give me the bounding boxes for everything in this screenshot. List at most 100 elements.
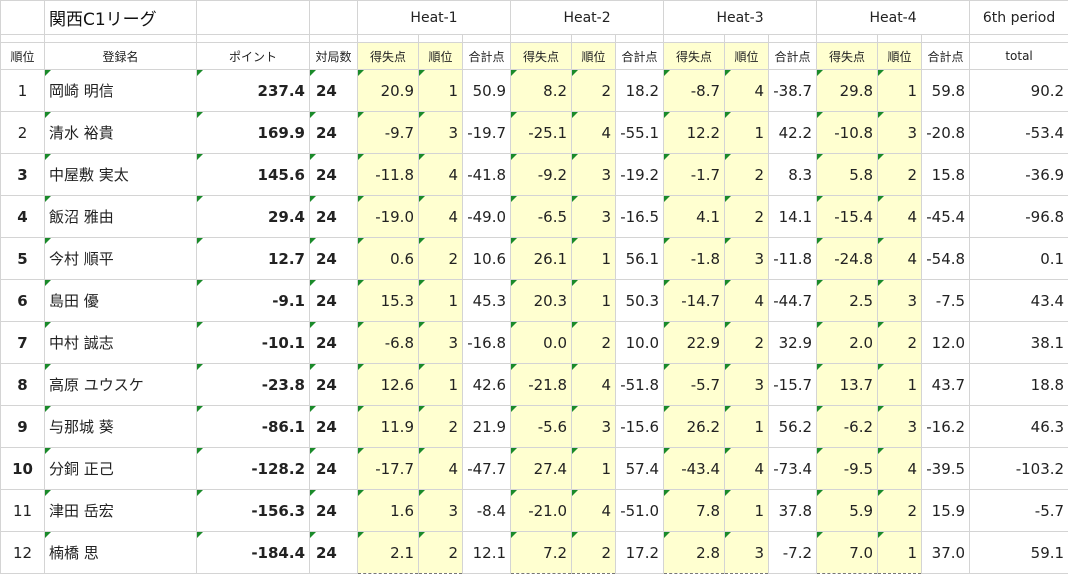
heat-4-total-cell[interactable]: 15.8 bbox=[921, 153, 971, 196]
games-played-cell[interactable]: 24 bbox=[309, 447, 358, 490]
heat-4-place-cell[interactable]: 2 bbox=[877, 489, 923, 532]
period-total-cell[interactable]: 0.1 bbox=[969, 237, 1068, 280]
heat-3-place-header[interactable]: 順位 bbox=[724, 42, 770, 70]
cell[interactable] bbox=[309, 0, 358, 35]
period-total-cell[interactable]: -103.2 bbox=[969, 447, 1068, 490]
period-total-cell[interactable]: -5.7 bbox=[969, 489, 1068, 532]
cell[interactable] bbox=[357, 34, 419, 43]
heat-1-score-cell[interactable]: -19.0 bbox=[357, 195, 419, 238]
heat-2-place-cell[interactable]: 2 bbox=[571, 321, 617, 364]
games-played-cell[interactable]: 24 bbox=[309, 363, 358, 406]
cell[interactable] bbox=[615, 34, 665, 43]
heat-3-total-header[interactable]: 合計点 bbox=[768, 42, 818, 70]
heat-2-score-cell[interactable]: 27.4 bbox=[510, 447, 573, 490]
heat-2-score-cell[interactable]: 7.2 bbox=[510, 531, 573, 574]
heat-2-total-cell[interactable]: 17.2 bbox=[615, 531, 665, 574]
heat-1-place-cell[interactable]: 2 bbox=[418, 531, 463, 574]
heat-1-place-cell[interactable]: 4 bbox=[418, 195, 463, 238]
games-played-cell[interactable]: 24 bbox=[309, 111, 358, 154]
cell[interactable] bbox=[0, 0, 45, 35]
player-name-cell[interactable]: 中屋敷 実太 bbox=[44, 153, 197, 196]
heat-1-place-cell[interactable]: 3 bbox=[418, 321, 463, 364]
heat-3-score-cell[interactable]: -5.7 bbox=[663, 363, 726, 406]
heat-3-place-cell[interactable]: 2 bbox=[724, 321, 770, 364]
heat-4-total-cell[interactable]: -45.4 bbox=[921, 195, 971, 238]
heat-4-place-cell[interactable]: 4 bbox=[877, 237, 923, 280]
period-total-cell[interactable]: 46.3 bbox=[969, 405, 1068, 448]
heat-1-total-cell[interactable]: 42.6 bbox=[461, 363, 512, 406]
heat-3-total-cell[interactable]: 8.3 bbox=[768, 153, 818, 196]
points-header[interactable]: ポイント bbox=[196, 42, 310, 70]
heat-4-place-cell[interactable]: 1 bbox=[877, 363, 923, 406]
heat-3-place-cell[interactable]: 3 bbox=[724, 363, 770, 406]
player-name-cell[interactable]: 岡崎 明信 bbox=[44, 69, 197, 112]
heat-4-total-cell[interactable]: -20.8 bbox=[921, 111, 971, 154]
heat-4-total-cell[interactable]: 12.0 bbox=[921, 321, 971, 364]
heat-1-score-header[interactable]: 得失点 bbox=[357, 42, 419, 70]
rank-cell[interactable]: 7 bbox=[0, 321, 45, 364]
cell[interactable] bbox=[44, 34, 197, 43]
rank-cell[interactable]: 4 bbox=[0, 195, 45, 238]
games-played-cell[interactable]: 24 bbox=[309, 237, 358, 280]
heat-2-place-cell[interactable]: 1 bbox=[571, 279, 617, 322]
heat-1-score-cell[interactable]: 0.6 bbox=[357, 237, 419, 280]
heat-1-total-cell[interactable]: -49.0 bbox=[461, 195, 512, 238]
player-name-cell[interactable]: 分銅 正己 bbox=[44, 447, 197, 490]
heat-3-score-cell[interactable]: 4.1 bbox=[663, 195, 726, 238]
heat-1-place-cell[interactable]: 2 bbox=[418, 405, 463, 448]
heat-4-score-cell[interactable]: 29.8 bbox=[816, 69, 879, 112]
heat-3-total-cell[interactable]: -15.7 bbox=[768, 363, 818, 406]
heat-3-total-cell[interactable]: -44.7 bbox=[768, 279, 818, 322]
heat-1-place-cell[interactable]: 2 bbox=[418, 237, 463, 280]
heat-2-place-cell[interactable]: 1 bbox=[571, 447, 617, 490]
rank-cell[interactable]: 10 bbox=[0, 447, 45, 490]
cell[interactable] bbox=[768, 34, 818, 43]
heat-4-header[interactable]: Heat-4 bbox=[816, 0, 971, 35]
heat-3-place-cell[interactable]: 4 bbox=[724, 447, 770, 490]
heat-1-total-cell[interactable]: -47.7 bbox=[461, 447, 512, 490]
heat-3-total-cell[interactable]: -11.8 bbox=[768, 237, 818, 280]
rank-cell[interactable]: 5 bbox=[0, 237, 45, 280]
heat-3-score-cell[interactable]: -1.7 bbox=[663, 153, 726, 196]
cell[interactable] bbox=[663, 34, 726, 43]
period-total-cell[interactable]: -96.8 bbox=[969, 195, 1068, 238]
heat-4-place-cell[interactable]: 3 bbox=[877, 111, 923, 154]
cell[interactable] bbox=[877, 34, 923, 43]
period-total-cell[interactable]: 38.1 bbox=[969, 321, 1068, 364]
cell[interactable] bbox=[510, 34, 573, 43]
heat-4-total-cell[interactable]: -16.2 bbox=[921, 405, 971, 448]
heat-1-place-cell[interactable]: 1 bbox=[418, 363, 463, 406]
heat-4-total-cell[interactable]: -7.5 bbox=[921, 279, 971, 322]
heat-2-total-cell[interactable]: 10.0 bbox=[615, 321, 665, 364]
league-title[interactable]: 関西C1リーグ bbox=[44, 0, 197, 35]
heat-2-place-cell[interactable]: 3 bbox=[571, 153, 617, 196]
heat-2-score-cell[interactable]: -9.2 bbox=[510, 153, 573, 196]
heat-4-place-cell[interactable]: 2 bbox=[877, 321, 923, 364]
heat-3-score-cell[interactable]: 7.8 bbox=[663, 489, 726, 532]
heat-2-score-cell[interactable]: -6.5 bbox=[510, 195, 573, 238]
heat-3-place-cell[interactable]: 4 bbox=[724, 69, 770, 112]
heat-3-total-cell[interactable]: 32.9 bbox=[768, 321, 818, 364]
heat-4-place-cell[interactable]: 4 bbox=[877, 195, 923, 238]
heat-3-score-cell[interactable]: -8.7 bbox=[663, 69, 726, 112]
games-header[interactable]: 対局数 bbox=[309, 42, 358, 70]
heat-4-score-cell[interactable]: 2.5 bbox=[816, 279, 879, 322]
heat-4-score-cell[interactable]: 7.0 bbox=[816, 531, 879, 574]
points-cell[interactable]: -9.1 bbox=[196, 279, 310, 322]
heat-3-score-cell[interactable]: 26.2 bbox=[663, 405, 726, 448]
games-played-cell[interactable]: 24 bbox=[309, 489, 358, 532]
heat-3-place-cell[interactable]: 3 bbox=[724, 237, 770, 280]
heat-4-total-cell[interactable]: -39.5 bbox=[921, 447, 971, 490]
heat-1-total-cell[interactable]: 21.9 bbox=[461, 405, 512, 448]
rank-cell[interactable]: 3 bbox=[0, 153, 45, 196]
heat-1-score-cell[interactable]: 1.6 bbox=[357, 489, 419, 532]
heat-2-place-cell[interactable]: 2 bbox=[571, 69, 617, 112]
heat-3-total-cell[interactable]: 56.2 bbox=[768, 405, 818, 448]
games-played-cell[interactable]: 24 bbox=[309, 279, 358, 322]
heat-1-total-cell[interactable]: 45.3 bbox=[461, 279, 512, 322]
heat-4-total-cell[interactable]: 43.7 bbox=[921, 363, 971, 406]
heat-3-score-cell[interactable]: 2.8 bbox=[663, 531, 726, 574]
heat-4-place-cell[interactable]: 3 bbox=[877, 405, 923, 448]
player-name-cell[interactable]: 清水 裕貴 bbox=[44, 111, 197, 154]
cell[interactable] bbox=[571, 34, 617, 43]
